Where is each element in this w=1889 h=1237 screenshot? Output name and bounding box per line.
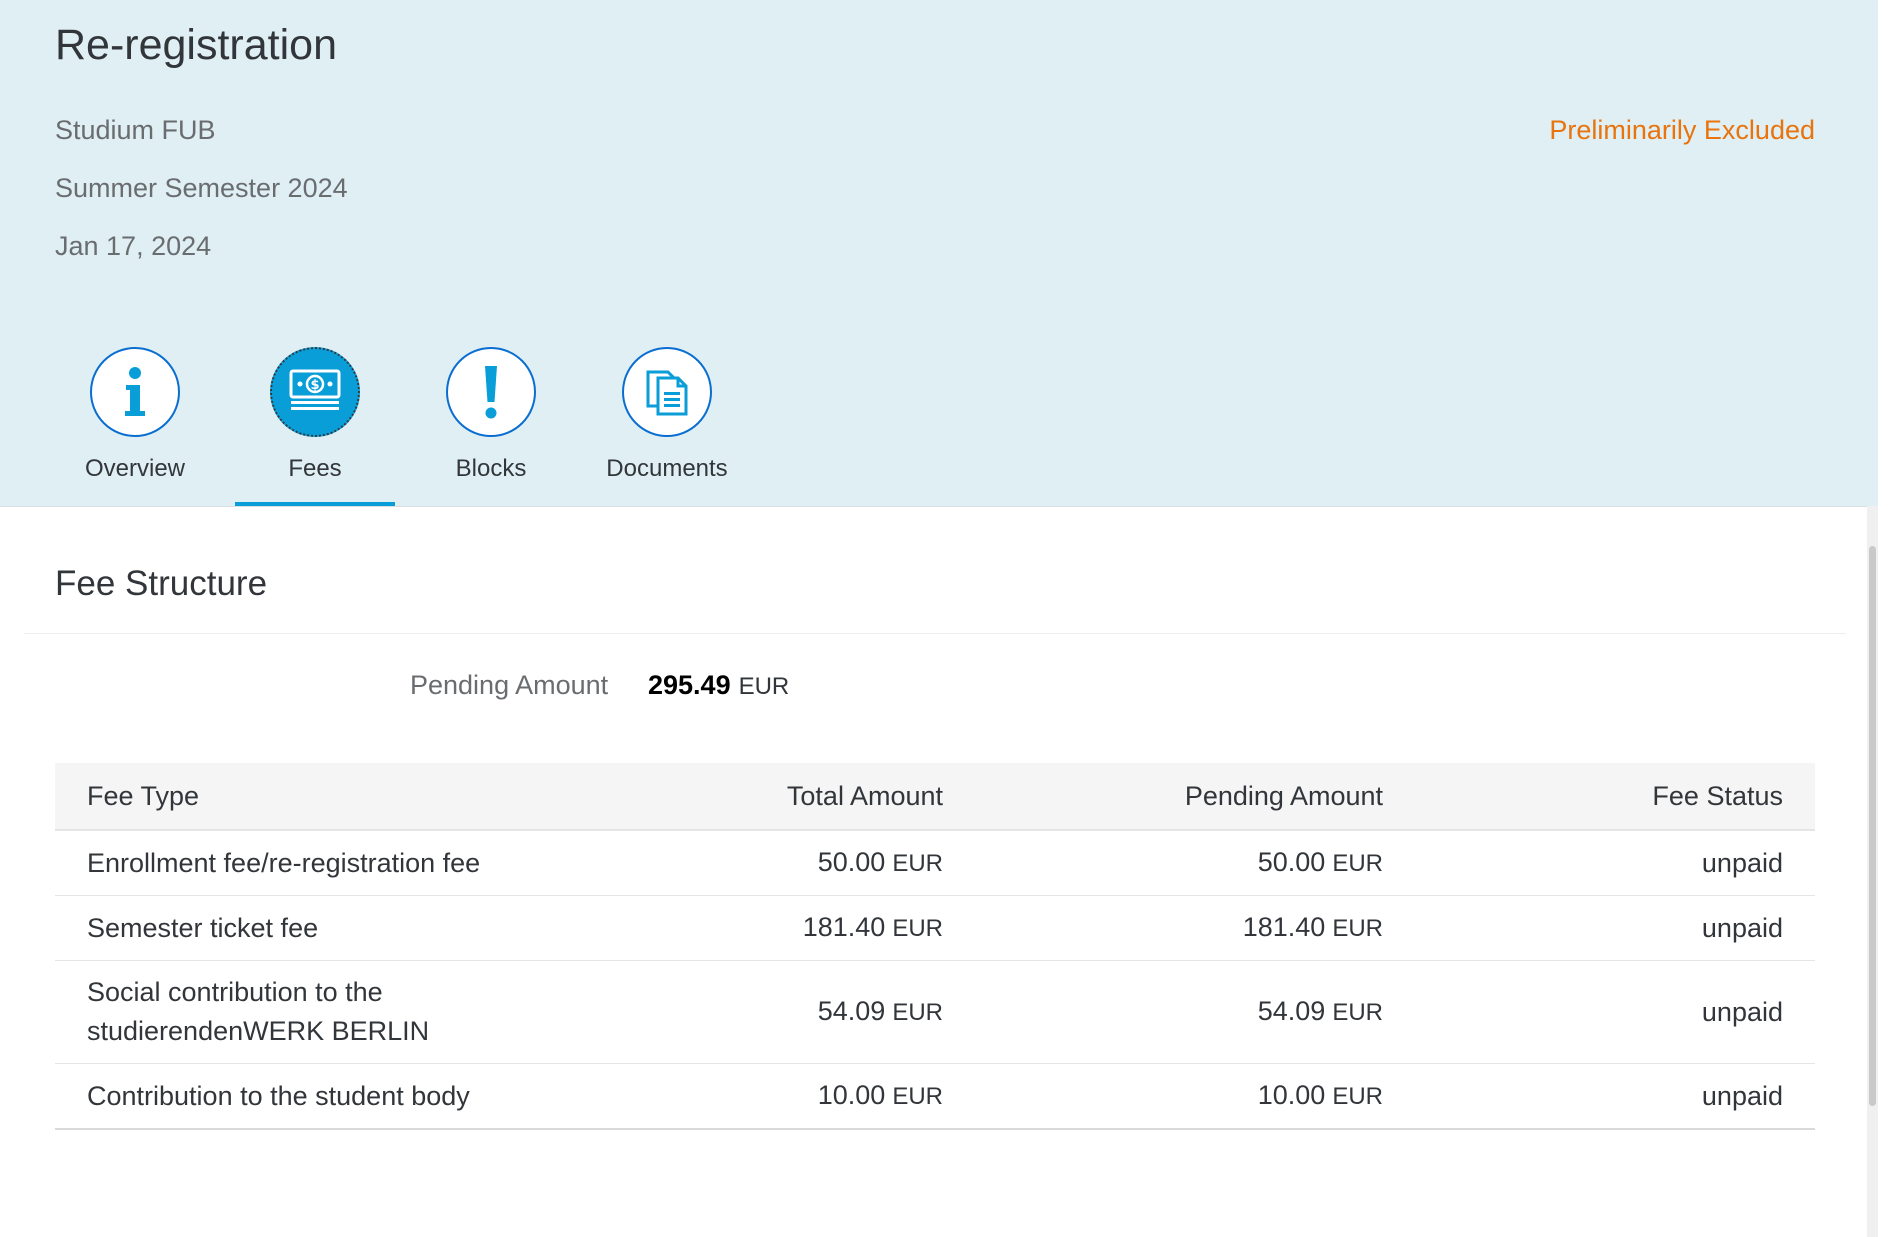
fee-status-cell: unpaid [1415, 960, 1815, 1064]
pending-amount-label: Pending Amount [410, 670, 609, 700]
total-amount-currency: EUR [892, 1083, 943, 1110]
info-icon [90, 347, 180, 437]
total-amount-value: 50.00 [817, 847, 886, 877]
fee-status-cell: unpaid [1415, 1063, 1815, 1130]
tab-fees-label: Fees [288, 455, 342, 482]
fee-type-cell: Social contribution to the studierendenW… [55, 960, 535, 1064]
scrollbar-thumb[interactable] [1869, 546, 1876, 1106]
fee-status-cell: unpaid [1415, 830, 1815, 896]
money-icon: $ [270, 347, 360, 437]
tab-blocks-label: Blocks [455, 455, 527, 482]
fee-type-cell: Semester ticket fee [55, 895, 535, 961]
table-row[interactable]: Contribution to the student body 10.00 EU… [55, 1063, 1815, 1130]
total-amount-value: 181.40 [802, 912, 886, 942]
total-amount-cell: 181.40 EUR [535, 895, 975, 961]
total-amount-cell: 50.00 EUR [535, 830, 975, 896]
section-divider [24, 633, 1846, 634]
total-amount-currency: EUR [892, 915, 943, 942]
tab-blocks[interactable]: Blocks [411, 345, 571, 506]
object-page-header: Re-registration Studium FUB Summer Semes… [0, 0, 1878, 507]
pending-amount-currency: EUR [1332, 915, 1383, 942]
pending-amount-cell: 181.40 EUR [975, 895, 1415, 961]
table-header-row: Fee Type Total Amount Pending Amount Fee… [55, 763, 1815, 831]
tab-fees[interactable]: $ Fees [235, 345, 395, 506]
svg-text:$: $ [310, 378, 319, 393]
tab-overview[interactable]: Overview [55, 345, 215, 506]
column-header-fee-status[interactable]: Fee Status [1415, 763, 1815, 831]
pending-amount-value: 10.00 [1257, 1080, 1326, 1110]
tab-selection-indicator [235, 502, 395, 506]
pending-amount-value: 181.40 [1242, 912, 1326, 942]
tab-documents-label: Documents [606, 455, 728, 482]
table-row[interactable]: Semester ticket fee 181.40 EUR 181.40 EUR … [55, 895, 1815, 961]
total-amount-currency: EUR [892, 850, 943, 877]
total-amount-cell: 10.00 EUR [535, 1063, 975, 1130]
column-header-pending-amount[interactable]: Pending Amount [975, 763, 1415, 831]
pending-amount-value: 54.09 [1257, 996, 1326, 1026]
date-label: Jan 17, 2024 [55, 231, 212, 261]
fee-type-cell: Contribution to the student body [55, 1063, 535, 1130]
total-amount-value: 54.09 [817, 996, 886, 1026]
vertical-scrollbar[interactable] [1867, 506, 1878, 1237]
column-header-fee-type[interactable]: Fee Type [55, 763, 535, 831]
page-title: Re-registration [55, 21, 337, 69]
fee-type-cell: Enrollment fee/re-registration fee [55, 830, 535, 896]
fee-status-cell: unpaid [1415, 895, 1815, 961]
pending-amount-cell: 50.00 EUR [975, 830, 1415, 896]
fee-table: Fee Type Total Amount Pending Amount Fee… [55, 763, 1815, 1130]
pending-amount-number: 295.49 [648, 670, 731, 700]
total-amount-cell: 54.09 EUR [535, 960, 975, 1064]
app: Re-registration Studium FUB Summer Semes… [0, 0, 1878, 1237]
program-name: Studium FUB [55, 115, 216, 145]
pending-amount-currency: EUR [1332, 850, 1383, 877]
status-badge: Preliminarily Excluded [1549, 115, 1815, 145]
exclamation-icon [446, 347, 536, 437]
pending-amount-currency: EUR [738, 673, 790, 700]
pending-amount-cell: 54.09 EUR [975, 960, 1415, 1064]
column-header-total-amount[interactable]: Total Amount [535, 763, 975, 831]
semester-label: Summer Semester 2024 [55, 173, 348, 203]
documents-icon [622, 347, 712, 437]
total-amount-currency: EUR [892, 999, 943, 1026]
tab-documents[interactable]: Documents [587, 345, 747, 506]
table-row[interactable]: Social contribution to the studierendenW… [55, 960, 1815, 1064]
table-row[interactable]: Enrollment fee/re-registration fee 50.00… [55, 830, 1815, 896]
pending-amount-currency: EUR [1332, 1083, 1383, 1110]
pending-amount-value: 295.49 EUR [648, 668, 789, 707]
pending-amount-cell: 10.00 EUR [975, 1063, 1415, 1130]
total-amount-value: 10.00 [817, 1080, 886, 1110]
section-title: Fee Structure [55, 564, 268, 603]
tab-overview-label: Overview [84, 455, 186, 482]
header-scroll-gutter [1867, 0, 1878, 506]
pending-amount-currency: EUR [1332, 999, 1383, 1026]
pending-amount-value: 50.00 [1257, 847, 1326, 877]
